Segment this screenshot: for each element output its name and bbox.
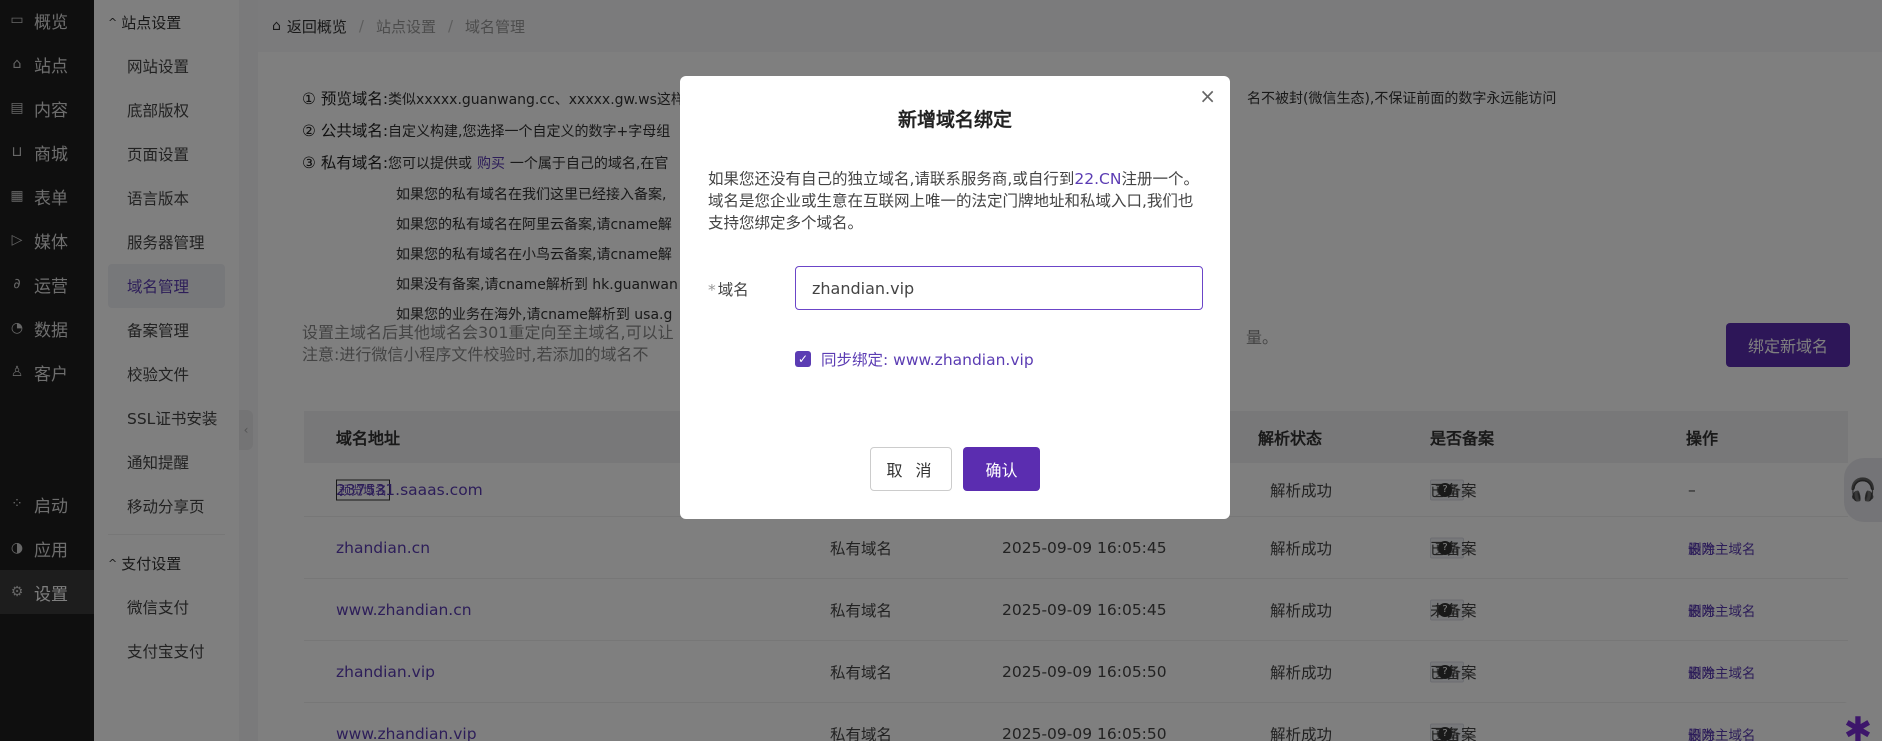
checkbox-checked-icon[interactable]: ✓ [795, 351, 811, 367]
cancel-button[interactable]: 取 消 [870, 447, 952, 491]
dialog-title: 新增域名绑定 [897, 109, 1012, 131]
domain-input[interactable] [795, 266, 1203, 310]
add-domain-dialog: × 新增域名绑定 如果您还没有自己的独立域名,请联系服务商,或自行到22.CN注… [680, 76, 1230, 519]
dialog-description: 如果您还没有自己的独立域名,请联系服务商,或自行到22.CN注册一个。域名是您企… [708, 170, 1199, 232]
registrar-link[interactable]: 22.CN [1074, 170, 1121, 188]
domain-field-label: * 域名 [708, 281, 749, 299]
sync-bind-checkbox[interactable]: ✓ 同步绑定: www.zhandian.vip [795, 348, 1034, 370]
confirm-button[interactable]: 确认 [963, 447, 1040, 491]
